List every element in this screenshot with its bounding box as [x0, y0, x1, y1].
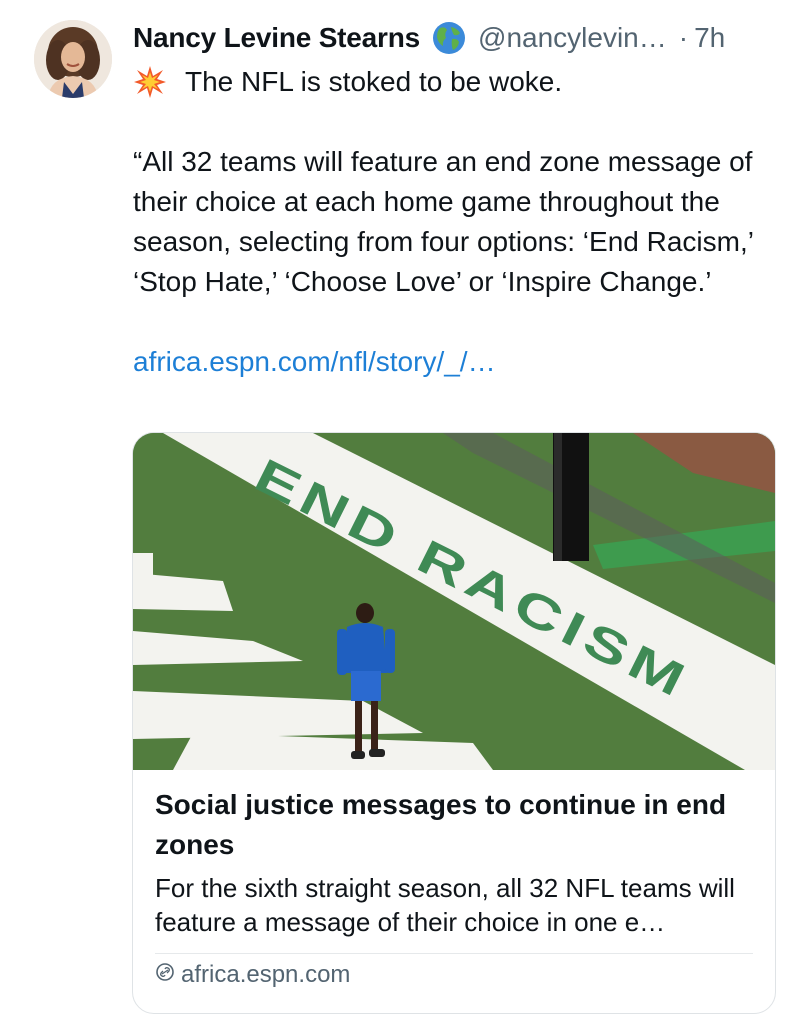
- separator-dot: ·: [678, 22, 689, 53]
- link-icon: [155, 961, 181, 989]
- post-text-quote: “All 32 teams will feature an end zone m…: [133, 146, 753, 297]
- card-divider: [155, 953, 753, 954]
- card-title[interactable]: Social justice messages to continue in e…: [155, 785, 755, 865]
- globe-emoji-icon: [432, 21, 466, 55]
- collision-emoji-icon: [133, 65, 167, 99]
- post-link[interactable]: africa.espn.com/nfl/story/_/…: [133, 342, 773, 382]
- author-handle[interactable]: @nancylevin…: [478, 22, 667, 54]
- card-domain-text: africa.espn.com: [181, 961, 351, 988]
- post-timestamp[interactable]: 7h: [694, 22, 725, 54]
- author-name[interactable]: Nancy Levine Stearns: [133, 22, 420, 54]
- post-text-line1: The NFL is stoked to be woke.: [185, 66, 563, 97]
- card-description: For the sixth straight season, all 32 NF…: [155, 873, 735, 937]
- link-preview-card[interactable]: END RACISM Social justice messages to co…: [132, 432, 776, 1014]
- post-header: Nancy Levine Stearns @nancylevin… · 7h: [133, 18, 725, 58]
- card-domain[interactable]: africa.espn.com: [155, 961, 350, 989]
- avatar[interactable]: [34, 20, 112, 98]
- card-image[interactable]: END RACISM: [133, 433, 775, 770]
- post-text: The NFL is stoked to be woke. “All 32 te…: [133, 62, 773, 382]
- post[interactable]: Nancy Levine Stearns @nancylevin… · 7h T…: [0, 0, 804, 1014]
